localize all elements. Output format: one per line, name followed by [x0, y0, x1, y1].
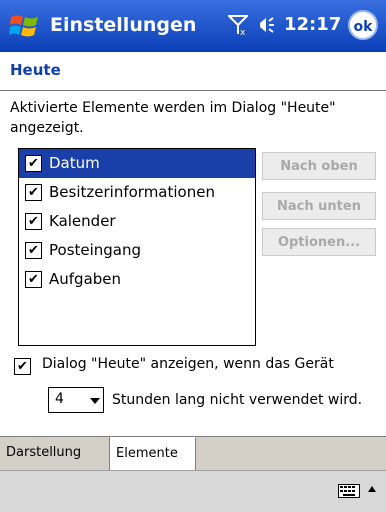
move-down-button[interactable]: Nach unten: [262, 192, 376, 220]
options-button[interactable]: Optionen...: [262, 228, 376, 256]
tab-darstellung[interactable]: Darstellung: [0, 437, 110, 470]
list-item-datum[interactable]: ✔ Datum: [19, 149, 255, 178]
list-item-label: Posteingang: [49, 241, 142, 259]
tab-strip: Darstellung Elemente: [0, 436, 386, 471]
menu-bar: [0, 470, 386, 512]
hours-value: 4: [55, 391, 64, 407]
title-bar: Einstellungen x 12:17 ok: [0, 0, 386, 52]
checkbox-kalender[interactable]: ✔: [25, 213, 42, 230]
page-title: Heute: [10, 61, 61, 79]
list-item-besitzerinformationen[interactable]: ✔ Besitzerinformationen: [19, 178, 255, 207]
speaker-icon[interactable]: [258, 15, 278, 35]
dropdown-arrow-icon[interactable]: [90, 398, 100, 404]
list-item-label: Besitzerinformationen: [49, 183, 215, 201]
move-up-button[interactable]: Nach oben: [262, 152, 376, 180]
clock[interactable]: 12:17: [284, 14, 341, 35]
list-item-label: Datum: [49, 154, 100, 172]
checkbox-aufgaben[interactable]: ✔: [25, 271, 42, 288]
connectivity-icon[interactable]: x: [228, 14, 248, 36]
ok-button[interactable]: ok: [348, 10, 378, 40]
description-text: Aktivierte Elemente werden im Dialog "He…: [10, 100, 336, 136]
hours-dropdown[interactable]: 4: [48, 387, 104, 413]
windows-start-icon[interactable]: [8, 9, 42, 43]
list-item-aufgaben[interactable]: ✔ Aufgaben: [19, 265, 255, 294]
input-panel-arrow-icon[interactable]: [368, 486, 376, 492]
list-item-label: Aufgaben: [49, 270, 122, 288]
tab-elemente[interactable]: Elemente: [110, 437, 196, 470]
checkbox-datum[interactable]: ✔: [25, 155, 42, 172]
list-item-posteingang[interactable]: ✔ Posteingang: [19, 236, 255, 265]
checkbox-posteingang[interactable]: ✔: [25, 242, 42, 259]
show-today-label: Dialog "Heute" anzeigen, wenn das Gerät: [42, 356, 334, 372]
app-title: Einstellungen: [50, 14, 197, 36]
checkbox-besitzerinformationen[interactable]: ✔: [25, 184, 42, 201]
hours-suffix-label: Stunden lang nicht verwendet wird.: [112, 392, 363, 408]
today-items-list[interactable]: ✔ Datum ✔ Besitzerinformationen ✔ Kalend…: [18, 148, 256, 346]
svg-text:x: x: [240, 28, 246, 36]
keyboard-icon[interactable]: [338, 484, 360, 498]
list-item-label: Kalender: [49, 212, 116, 230]
page-header: Heute: [0, 52, 386, 91]
show-today-checkbox[interactable]: ✔: [14, 358, 31, 375]
list-item-kalender[interactable]: ✔ Kalender: [19, 207, 255, 236]
